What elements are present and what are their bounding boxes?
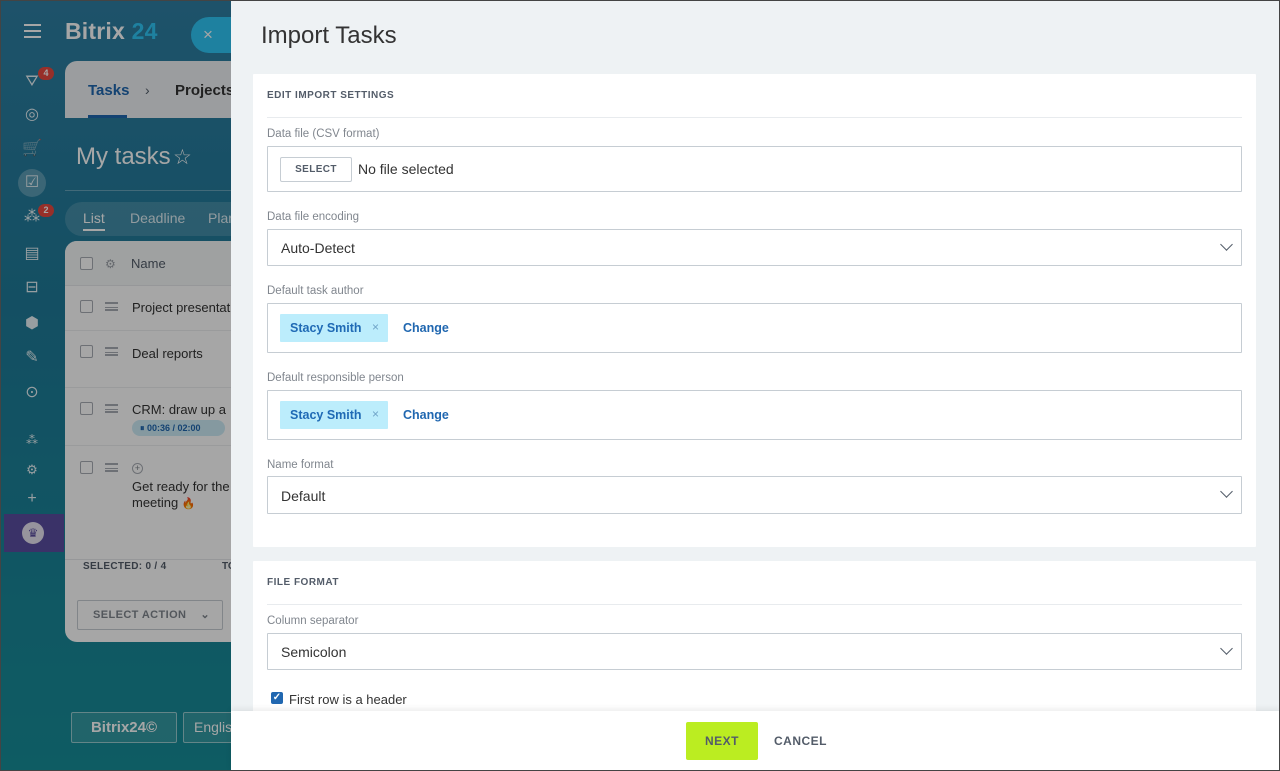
name-format-label: Name format xyxy=(267,459,334,471)
chevron-down-icon xyxy=(1220,485,1233,498)
data-file-field: SELECT No file selected xyxy=(267,146,1242,192)
chevron-down-icon xyxy=(1220,238,1233,251)
import-settings-section: EDIT IMPORT SETTINGS Data file (CSV form… xyxy=(253,74,1256,547)
remove-user-icon[interactable]: × xyxy=(372,320,379,334)
separator-value: Semicolon xyxy=(281,644,347,660)
file-status: No file selected xyxy=(358,161,454,177)
section-title: EDIT IMPORT SETTINGS xyxy=(267,90,395,101)
next-button[interactable]: NEXT xyxy=(686,722,758,760)
encoding-value: Auto-Detect xyxy=(281,240,355,256)
data-file-label: Data file (CSV format) xyxy=(267,128,380,140)
header-row-label[interactable]: First row is a header xyxy=(289,692,407,707)
remove-user-icon[interactable]: × xyxy=(372,407,379,421)
change-author-link[interactable]: Change xyxy=(403,321,449,335)
task-author-field[interactable]: Stacy Smith × Change xyxy=(267,303,1242,353)
button-bar: NEXT CANCEL xyxy=(231,711,1280,771)
header-row-checkbox[interactable]: ✓ xyxy=(271,692,283,704)
encoding-select[interactable]: Auto-Detect xyxy=(267,229,1242,266)
user-chip-name: Stacy Smith xyxy=(290,321,362,335)
user-chip[interactable]: Stacy Smith × xyxy=(280,314,388,342)
user-chip-name: Stacy Smith xyxy=(290,408,362,422)
encoding-label: Data file encoding xyxy=(267,211,360,223)
change-responsible-link[interactable]: Change xyxy=(403,408,449,422)
column-separator-select[interactable]: Semicolon xyxy=(267,633,1242,670)
chevron-down-icon xyxy=(1220,642,1233,655)
name-format-value: Default xyxy=(281,488,326,504)
select-file-button[interactable]: SELECT xyxy=(280,157,352,182)
responsible-label: Default responsible person xyxy=(267,372,404,384)
divider xyxy=(267,117,1242,118)
responsible-field[interactable]: Stacy Smith × Change xyxy=(267,390,1242,440)
slider-title: Import Tasks xyxy=(261,22,397,49)
import-tasks-slider: Import Tasks EDIT IMPORT SETTINGS Data f… xyxy=(231,0,1280,771)
separator-label: Column separator xyxy=(267,615,359,627)
user-chip[interactable]: Stacy Smith × xyxy=(280,401,388,429)
task-author-label: Default task author xyxy=(267,285,364,297)
name-format-select[interactable]: Default xyxy=(267,476,1242,514)
cancel-button[interactable]: CANCEL xyxy=(774,722,827,760)
divider xyxy=(267,604,1242,605)
section-title: FILE FORMAT xyxy=(267,577,339,588)
